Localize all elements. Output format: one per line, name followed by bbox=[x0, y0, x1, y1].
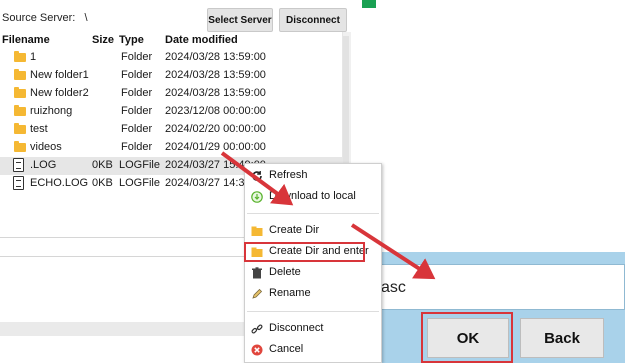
arrow-to-menu bbox=[220, 151, 294, 206]
arrow-to-dialog bbox=[350, 223, 436, 280]
annotation-arrows bbox=[220, 151, 436, 280]
